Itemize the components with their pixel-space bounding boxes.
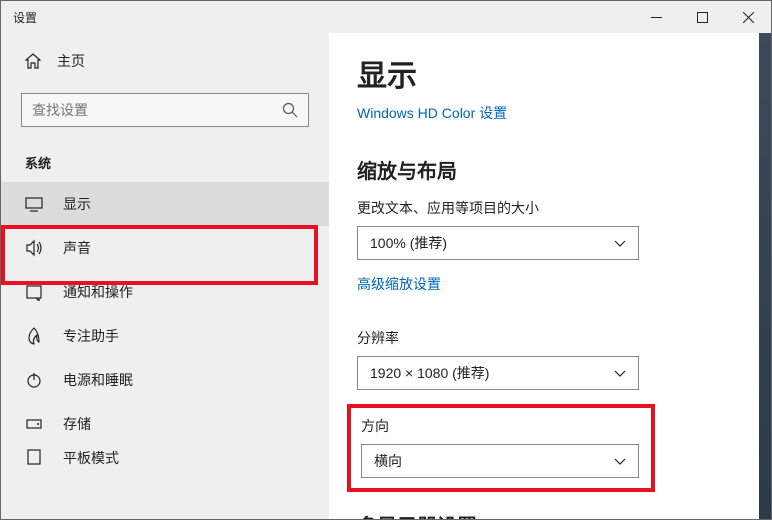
sidebar-item-label: 显示 xyxy=(63,194,91,214)
orientation-select[interactable]: 横向 xyxy=(361,444,639,478)
multi-display-heading: 多显示器设置 xyxy=(357,510,743,519)
hd-color-link[interactable]: Windows HD Color 设置 xyxy=(357,103,507,123)
search-box[interactable] xyxy=(21,93,309,127)
resolution-select[interactable]: 1920 × 1080 (推荐) xyxy=(357,356,639,390)
titlebar: 设置 xyxy=(1,1,771,33)
sidebar-item-label: 声音 xyxy=(63,238,91,258)
highlight-box-orientation: 方向 横向 xyxy=(347,404,655,492)
main-content: 显示 Windows HD Color 设置 缩放与布局 更改文本、应用等项目的… xyxy=(329,33,771,519)
minimize-icon xyxy=(651,12,662,23)
sidebar-item-label: 电源和睡眠 xyxy=(63,370,133,390)
home-icon xyxy=(25,53,41,69)
sidebar-item-label: 通知和操作 xyxy=(63,282,133,302)
section-system: 系统 xyxy=(1,135,329,182)
notifications-icon xyxy=(25,283,43,301)
resolution-label: 分辨率 xyxy=(357,328,743,348)
window-body: 主页 系统 显示 声音 通知和操作 xyxy=(1,33,771,519)
settings-window: 设置 主页 系统 显示 xyxy=(0,0,772,520)
sound-icon xyxy=(25,239,43,257)
sidebar: 主页 系统 显示 声音 通知和操作 xyxy=(1,33,329,519)
close-button[interactable] xyxy=(725,1,771,33)
chevron-down-icon xyxy=(614,367,626,379)
orientation-label: 方向 xyxy=(361,416,641,436)
sidebar-item-power[interactable]: 电源和睡眠 xyxy=(1,358,329,402)
resolution-value: 1920 × 1080 (推荐) xyxy=(370,363,489,383)
scale-select[interactable]: 100% (推荐) xyxy=(357,226,639,260)
scale-heading: 缩放与布局 xyxy=(357,155,743,184)
scale-label: 更改文本、应用等项目的大小 xyxy=(357,198,743,218)
sidebar-item-label: 平板模式 xyxy=(63,448,119,466)
sidebar-item-storage[interactable]: 存储 xyxy=(1,402,329,446)
advanced-scale-link[interactable]: 高级缩放设置 xyxy=(357,274,441,294)
storage-icon xyxy=(25,415,43,433)
home-nav[interactable]: 主页 xyxy=(1,41,329,81)
sidebar-item-tablet[interactable]: 平板模式 xyxy=(1,446,329,466)
sidebar-item-notifications[interactable]: 通知和操作 xyxy=(1,270,329,314)
close-icon xyxy=(743,12,754,23)
maximize-button[interactable] xyxy=(679,1,725,33)
sidebar-item-label: 存储 xyxy=(63,414,91,434)
scale-value: 100% (推荐) xyxy=(370,233,447,253)
power-icon xyxy=(25,371,43,389)
display-icon xyxy=(25,195,43,213)
tablet-icon xyxy=(25,448,43,466)
right-edge-strip xyxy=(759,33,771,519)
home-label: 主页 xyxy=(57,51,85,71)
sidebar-item-label: 专注助手 xyxy=(63,326,119,346)
maximize-icon xyxy=(697,12,708,23)
page-title: 显示 xyxy=(357,51,743,95)
orientation-value: 横向 xyxy=(374,451,402,471)
sidebar-item-sound[interactable]: 声音 xyxy=(1,226,329,270)
search-icon xyxy=(282,102,298,118)
minimize-button[interactable] xyxy=(633,1,679,33)
sidebar-item-focus[interactable]: 专注助手 xyxy=(1,314,329,358)
chevron-down-icon xyxy=(614,455,626,467)
search-input[interactable] xyxy=(32,102,282,118)
chevron-down-icon xyxy=(614,237,626,249)
window-title: 设置 xyxy=(1,9,37,26)
sidebar-item-display[interactable]: 显示 xyxy=(1,182,329,226)
focus-icon xyxy=(25,327,43,345)
